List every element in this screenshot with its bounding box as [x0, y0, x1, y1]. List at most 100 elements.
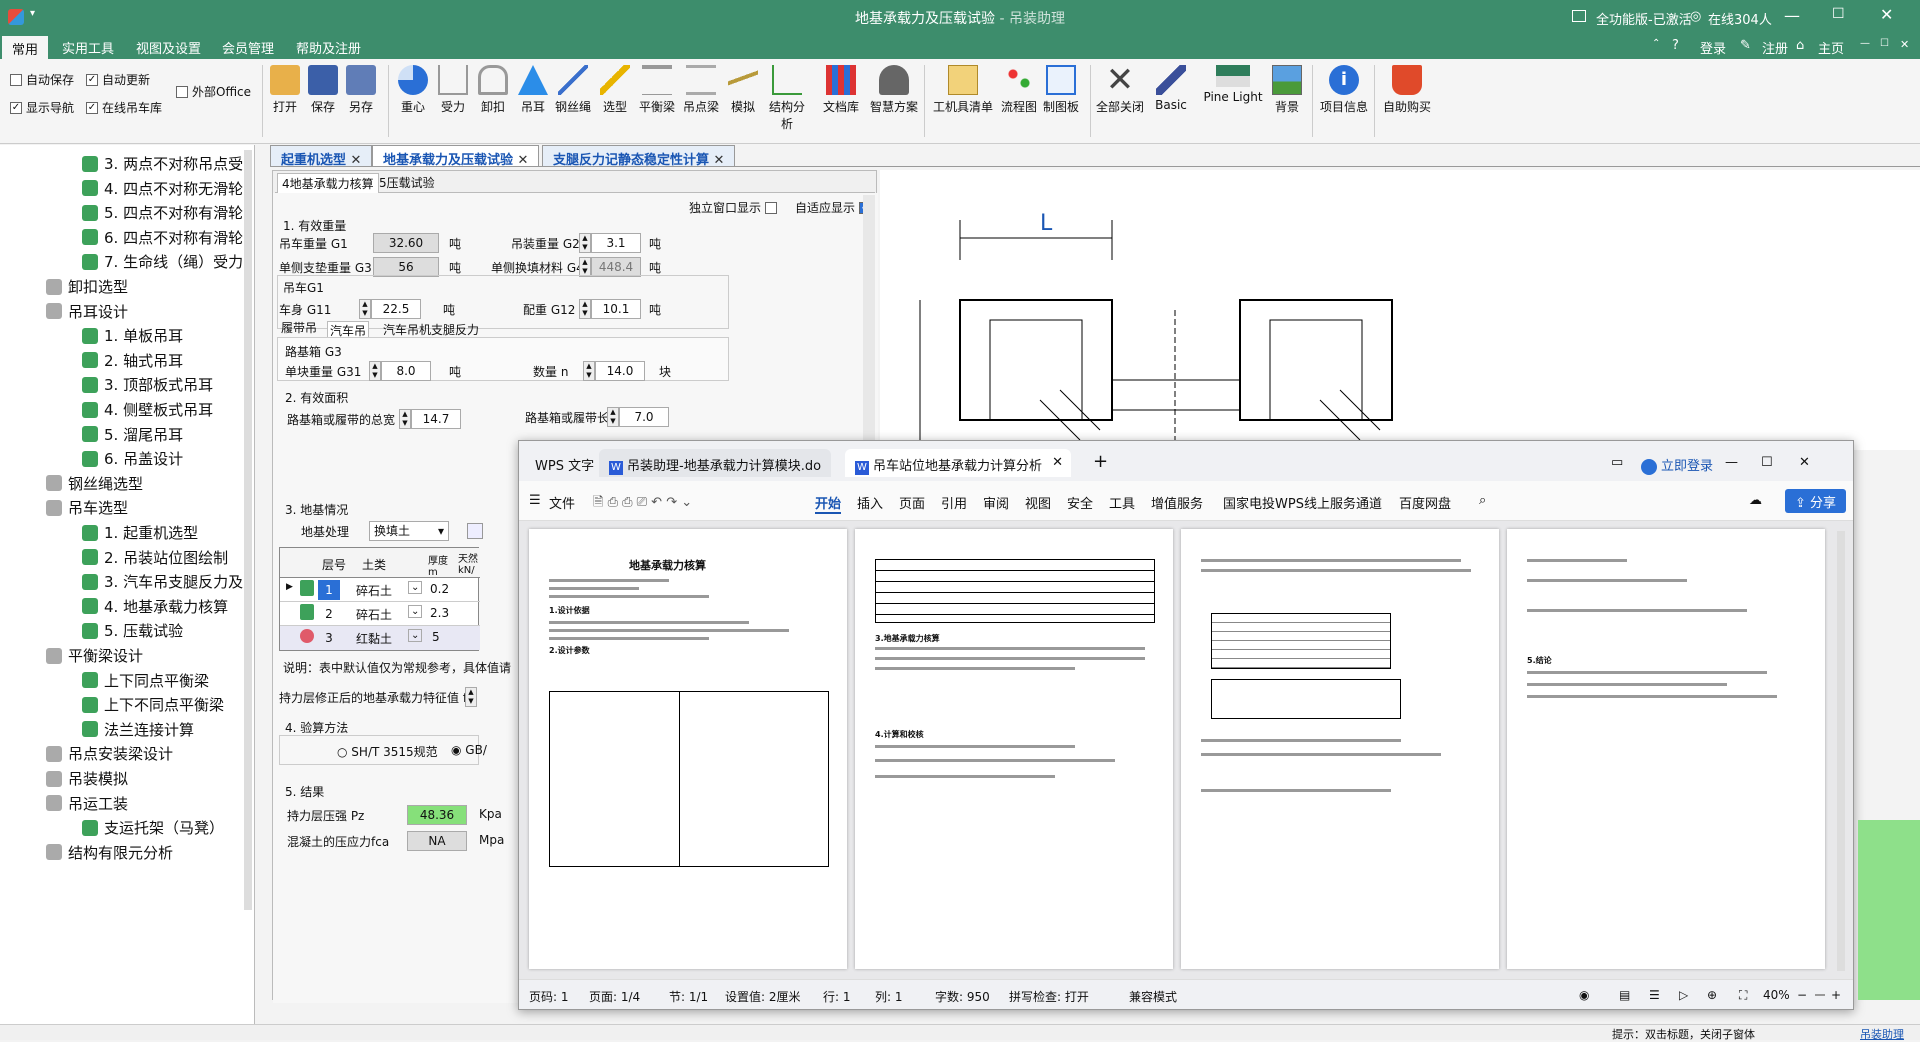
wps-minimize-button[interactable]: —: [1715, 449, 1748, 477]
sidebar-item[interactable]: 5. 溜尾吊耳: [82, 424, 183, 445]
shackle-button[interactable]: 卸扣: [472, 65, 514, 115]
document-page-4[interactable]: 5.结论: [1507, 529, 1825, 969]
pz-field[interactable]: 48.36: [407, 805, 467, 825]
soil-type[interactable]: 碎石土: [356, 606, 392, 623]
sidebar-item[interactable]: 支运托架（马凳）: [82, 817, 224, 838]
fa-stepper[interactable]: ▲ ▼: [465, 687, 477, 707]
lug-button[interactable]: 吊耳: [512, 65, 554, 115]
sub-close-button[interactable]: ✕: [1900, 38, 1909, 51]
document-page-1[interactable]: 地基承载力核算 1.设计依据 2.设计参数: [529, 529, 847, 969]
close-all-button[interactable]: ✕ 全部关闭: [1094, 63, 1146, 115]
online-crane-checkbox[interactable]: ✓ 在线吊车库: [86, 99, 162, 116]
wps-doc-tab-2[interactable]: W 吊车站位地基承载力计算分析 ✕: [845, 449, 1071, 477]
wps-login-link[interactable]: 立即登录: [1631, 449, 1723, 477]
sidebar-item[interactable]: 2. 轴式吊耳: [82, 350, 183, 371]
external-office-checkbox[interactable]: 外部Office: [176, 83, 251, 100]
g11-stepper[interactable]: ▲ ▼: [359, 299, 371, 319]
wps-tab-baidu[interactable]: 百度网盘: [1399, 493, 1451, 512]
tab-outrigger[interactable]: 汽车吊机支腿反力: [383, 321, 479, 338]
collapse-icon[interactable]: ⌃: [1652, 38, 1660, 49]
save-button[interactable]: 保存: [302, 65, 344, 115]
status-page[interactable]: 页面: 1/4: [589, 988, 640, 1005]
sidebar-item[interactable]: 3. 顶部板式吊耳: [82, 374, 213, 395]
pine-light-theme-button[interactable]: Pine Light: [1200, 65, 1266, 104]
search-icon[interactable]: ⌕: [1479, 493, 1486, 508]
register-link[interactable]: 注册: [1762, 38, 1788, 57]
share-button[interactable]: ⇪ 分享: [1785, 489, 1847, 513]
g4-field[interactable]: 448.4: [591, 257, 641, 277]
g3-field[interactable]: 56: [373, 257, 439, 277]
sidebar-item[interactable]: 钢丝绳选型: [46, 473, 143, 494]
background-button[interactable]: 背景: [1266, 65, 1308, 115]
fit-icon[interactable]: ⛶: [1739, 988, 1747, 1003]
edit-icon[interactable]: ✎: [1740, 38, 1751, 53]
page-view-icon[interactable]: ▤: [1619, 988, 1630, 1002]
wps-tab-start[interactable]: 开始: [815, 493, 842, 514]
project-info-button[interactable]: i 项目信息: [1318, 65, 1370, 115]
thickness[interactable]: 5: [432, 630, 440, 644]
close-icon[interactable]: ✕: [1052, 455, 1063, 470]
chevron-down-icon[interactable]: ⌄: [408, 605, 423, 618]
wps-tab-value-added[interactable]: 增值服务: [1151, 493, 1203, 512]
outline-icon[interactable]: ☰: [1649, 988, 1660, 1002]
tab-outrigger-reaction[interactable]: 支腿反力记静态稳定性计算 ✕: [542, 145, 736, 168]
save-as-button[interactable]: 另存: [340, 65, 382, 115]
window-layout-icon[interactable]: ▭: [1601, 449, 1633, 477]
wps-tab-review[interactable]: 审阅: [983, 493, 1009, 512]
fca-field[interactable]: NA: [407, 831, 467, 851]
sidebar-item[interactable]: 4. 侧壁板式吊耳: [82, 399, 213, 420]
minimize-button[interactable]: —: [1784, 6, 1800, 25]
gravity-center-button[interactable]: 重心: [392, 65, 434, 115]
new-tab-button[interactable]: +: [1083, 449, 1118, 477]
menu-member[interactable]: 会员管理: [222, 38, 274, 57]
status-words[interactable]: 字数: 950: [935, 988, 990, 1005]
menu-help[interactable]: 帮助及注册: [296, 38, 361, 57]
wps-maximize-button[interactable]: ☐: [1751, 449, 1783, 477]
sidebar-item[interactable]: 吊运工装: [46, 793, 128, 814]
sidebar-item[interactable]: 4. 四点不对称无滑轮:: [82, 178, 248, 199]
sidebar-item[interactable]: 上下同点平衡梁: [82, 670, 209, 691]
thickness[interactable]: 2.3: [430, 606, 449, 620]
sidebar-item[interactable]: 5. 压载试验: [82, 620, 183, 641]
wps-tab-security[interactable]: 安全: [1067, 493, 1093, 512]
wire-rope-button[interactable]: 钢丝绳: [552, 65, 594, 115]
wps-close-button[interactable]: ✕: [1789, 449, 1820, 477]
n-field[interactable]: 14.0: [595, 361, 645, 381]
b-field[interactable]: 14.7: [411, 409, 461, 429]
table-row[interactable]: 2 碎石土 ⌄ 2.3: [280, 602, 480, 626]
close-icon[interactable]: ✕: [518, 153, 529, 168]
wps-tab-page[interactable]: 页面: [899, 493, 925, 512]
chevron-down-icon[interactable]: ⌄: [408, 581, 423, 594]
wps-scrollbar[interactable]: [1837, 531, 1845, 971]
wps-file-menu[interactable]: 文件: [549, 493, 575, 512]
menu-tools[interactable]: 实用工具: [62, 38, 114, 57]
maximize-button[interactable]: ☐: [1832, 6, 1845, 22]
wps-tab-reference[interactable]: 引用: [941, 493, 967, 512]
menu-common[interactable]: 常用: [2, 36, 49, 59]
sidebar-item[interactable]: 卸扣选型: [46, 276, 128, 297]
g31-stepper[interactable]: ▲ ▼: [369, 361, 381, 381]
l-stepper[interactable]: ▲ ▼: [607, 407, 619, 427]
method-gb-radio[interactable]: ◉ GB/: [451, 743, 487, 757]
zoom-level[interactable]: 40%: [1763, 988, 1790, 1002]
sidebar-item[interactable]: 3. 汽车吊支腿反力及: [82, 571, 243, 592]
sidebar-item[interactable]: 6. 四点不对称有滑轮:: [82, 227, 248, 248]
sidebar-item[interactable]: 吊耳设计: [46, 301, 128, 322]
g4-stepper[interactable]: ▲ ▼: [579, 257, 591, 277]
b-stepper[interactable]: ▲ ▼: [399, 409, 411, 429]
soil-type[interactable]: 红黏土: [356, 630, 392, 647]
status-spell[interactable]: 拼写检查: 打开: [1009, 988, 1089, 1005]
tab-foundation-bearing[interactable]: 地基承载力及压载试验 ✕: [372, 145, 540, 168]
doc-library-button[interactable]: 文档库: [820, 65, 862, 115]
sidebar-item[interactable]: 吊点安装梁设计: [46, 743, 173, 764]
flowchart-button[interactable]: 流程图: [998, 65, 1040, 115]
sidebar-scrollbar[interactable]: [244, 150, 252, 910]
sidebar-item[interactable]: 上下不同点平衡梁: [82, 694, 224, 715]
sub-maximize-button[interactable]: ☐: [1880, 38, 1889, 49]
structure-analysis-button[interactable]: 结构分析: [766, 65, 808, 132]
home-link[interactable]: 主页: [1818, 38, 1844, 57]
show-nav-checkbox[interactable]: ✓ 显示导航: [10, 99, 74, 116]
subtab-bearing[interactable]: 4地基承载力核算: [277, 173, 379, 194]
g31-field[interactable]: 8.0: [381, 361, 431, 381]
status-page-num[interactable]: 页码: 1: [529, 988, 569, 1005]
